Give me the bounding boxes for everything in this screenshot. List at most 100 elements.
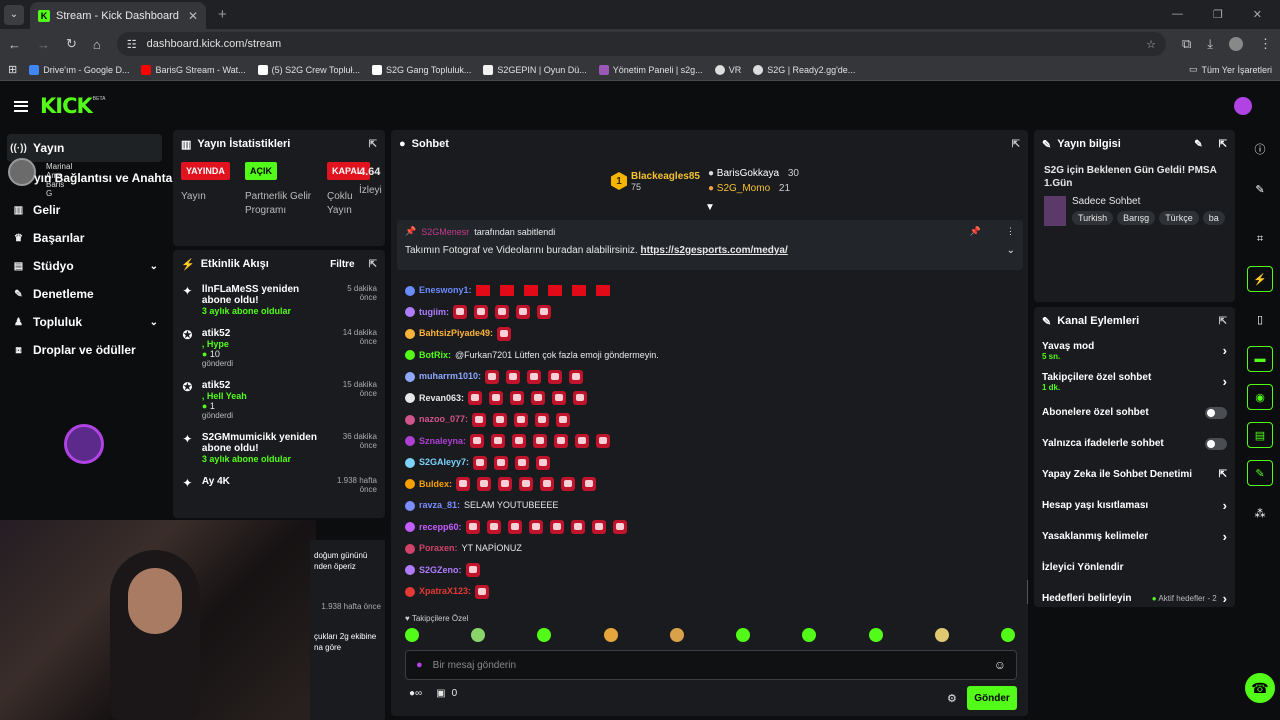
support-button[interactable]: ☎ (1245, 673, 1275, 703)
chat-username[interactable]: Eneswony1: (419, 280, 472, 302)
settings-gear-icon[interactable]: ⚙ (947, 692, 957, 705)
popout-icon[interactable]: ⇱ (1012, 139, 1020, 150)
emote-icon[interactable] (1000, 628, 1015, 642)
wrench-icon[interactable]: ✎ (1247, 460, 1273, 486)
address-bar[interactable]: ☷ dashboard.kick.com/stream ☆ (116, 32, 1166, 56)
profile-avatar[interactable] (1229, 37, 1243, 51)
back-icon[interactable]: ← (8, 37, 21, 52)
account-age-row[interactable]: Hesap yaşı kısıtlaması › (1034, 490, 1235, 521)
sidebar-item-studyo[interactable]: ▤ Stüdyo ⌄ (0, 252, 170, 280)
more-options-icon[interactable]: ⋮ (1006, 226, 1015, 237)
tag-chip[interactable]: Barışg (1117, 211, 1156, 225)
users-icon[interactable]: ⁂ (1247, 500, 1273, 526)
send-button[interactable]: Gönder (967, 686, 1017, 710)
banned-words-row[interactable]: Yasaklanmış kelimeler › (1034, 521, 1235, 552)
tag-chip[interactable]: Turkish (1072, 211, 1114, 225)
popout-icon[interactable]: ⇱ (1219, 316, 1227, 327)
sidebar-item-gelir[interactable]: ▥ Gelir (0, 196, 170, 224)
chat-username[interactable]: nazoo_077: (419, 409, 468, 431)
chat-icon[interactable]: ▬ (1247, 346, 1273, 372)
minimize-icon[interactable]: — (1172, 8, 1183, 21)
ai-moderation-row[interactable]: Yapay Zeka ile Sohbet Denetimi ⇱ (1034, 459, 1235, 490)
popout-icon[interactable]: ⇱ (1219, 139, 1227, 150)
bookmark-item[interactable]: S2G Gang Topluluk... (372, 64, 471, 75)
chat-username[interactable]: S2GAleyy7: (419, 452, 469, 474)
emote-icon[interactable] (934, 628, 949, 642)
popout-icon[interactable]: ⇱ (369, 259, 377, 270)
chat-username[interactable]: recepp60: (419, 517, 462, 539)
panel-icon[interactable]: ▤ (1247, 422, 1273, 448)
bookmark-item[interactable]: BarisG Stream - Wat... (141, 64, 246, 75)
site-info-icon[interactable]: ☷ (127, 38, 137, 51)
subscribers-only-toggle[interactable] (1205, 406, 1227, 419)
apps-grid-icon[interactable]: ⊞ (8, 63, 17, 76)
emote-icon[interactable] (736, 628, 751, 642)
chat-username[interactable]: Poraxen: (419, 538, 458, 560)
crop-icon[interactable]: ⌗ (1247, 226, 1273, 252)
emoji-icon[interactable]: ☺ (994, 658, 1006, 672)
bookmark-star-icon[interactable]: ☆ (1146, 38, 1156, 51)
popout-icon[interactable]: ⇱ (369, 139, 377, 150)
emote-icon[interactable] (802, 628, 817, 642)
followers-only-row[interactable]: Takipçilere özel sohbet 1 dk. › (1034, 366, 1235, 397)
bookmark-item[interactable]: Yönetim Paneli | s2g... (598, 64, 703, 75)
pinned-link[interactable]: https://s2gesports.com/medya/ (641, 245, 788, 256)
reload-icon[interactable]: ↻ (66, 36, 77, 52)
tag-chip[interactable]: ba (1202, 211, 1225, 225)
sidebar-item-topluluk[interactable]: ♟ Topluluk ⌄ (0, 308, 170, 336)
infinity-icon[interactable]: ●∞ (409, 688, 422, 699)
chat-username[interactable]: XpatraX123: (419, 581, 471, 603)
chat-username[interactable]: muharrm1010: (419, 366, 481, 388)
emote-only-toggle[interactable] (1205, 437, 1227, 450)
chat-username[interactable]: Revan063: (419, 388, 464, 410)
bookmark-item[interactable]: Drive'ım - Google D... (29, 64, 129, 75)
maximize-icon[interactable]: ❐ (1213, 8, 1223, 21)
edit-icon[interactable]: ✎ (1194, 139, 1202, 150)
emote-icon[interactable] (405, 628, 419, 642)
new-tab-icon[interactable]: + (218, 6, 227, 23)
info-icon[interactable]: ⓘ (1247, 136, 1273, 162)
sidebar-item-basarilar[interactable]: ♛ Başarılar (0, 224, 170, 252)
bookmark-item[interactable]: VR (714, 64, 741, 75)
extensions-icon[interactable]: ⧉ (1182, 36, 1191, 52)
emote-icon[interactable] (603, 628, 618, 642)
mic-icon[interactable]: ● (416, 659, 423, 671)
chat-input[interactable]: ● Bir mesaj gönderin ☺ (405, 650, 1017, 680)
chevron-down-icon[interactable]: ⌄ (1007, 245, 1015, 256)
raid-row[interactable]: İzleyici Yönlendir (1034, 552, 1235, 583)
chat-username[interactable]: ravza_81: (419, 495, 460, 517)
store-icon[interactable]: ▣ (436, 688, 445, 699)
user-avatar[interactable] (1234, 97, 1252, 115)
close-tab-icon[interactable]: ✕ (188, 9, 198, 23)
bolt-icon[interactable]: ⚡ (1247, 266, 1273, 292)
slow-mode-row[interactable]: Yavaş mod 5 sn. › (1034, 335, 1235, 366)
emote-icon[interactable] (471, 628, 486, 642)
sidebar-item-denetleme[interactable]: ✎ Denetleme (0, 280, 170, 308)
emote-icon[interactable] (669, 628, 684, 642)
emote-icon[interactable] (868, 628, 883, 642)
home-icon[interactable]: ⌂ (93, 37, 101, 52)
kick-logo[interactable]: KICK (40, 94, 93, 118)
bookmark-item[interactable]: (5) S2G Crew Topluł... (257, 64, 360, 75)
chat-username[interactable]: tugiim: (419, 302, 449, 324)
unpin-icon[interactable]: 📌 (970, 226, 981, 237)
close-window-icon[interactable]: ✕ (1253, 8, 1262, 21)
chat-username[interactable]: BotRix: (419, 345, 451, 367)
menu-icon[interactable] (14, 100, 28, 112)
all-bookmarks[interactable]: ▭ Tüm Yer İşaretleri (1189, 64, 1272, 75)
document-icon[interactable]: ▯ (1247, 306, 1273, 332)
filter-button[interactable]: Filtre (330, 259, 354, 270)
emote-icon[interactable] (537, 628, 552, 642)
chat-scrollbar[interactable] (1027, 580, 1028, 604)
bookmark-item[interactable]: S2G | Ready2.gg'de... (753, 64, 855, 75)
browser-tab[interactable]: K Stream - Kick Dashboard ✕ (30, 2, 206, 29)
chat-username[interactable]: Buldex: (419, 474, 452, 496)
forward-icon[interactable]: → (37, 37, 50, 52)
chat-username[interactable]: BahtsizPiyade49: (419, 323, 493, 345)
tab-search-icon[interactable]: ⌄ (4, 4, 24, 25)
sidebar-item-droplar[interactable]: ⧈ Droplar ve ödüller (0, 336, 170, 364)
edit-icon[interactable]: ✎ (1247, 176, 1273, 202)
chat-username[interactable]: S2GZeno: (419, 560, 462, 582)
goals-row[interactable]: Hedefleri belirleyin ● Aktif hedefler - … (1034, 583, 1235, 607)
tag-chip[interactable]: Türkçe (1159, 211, 1199, 225)
